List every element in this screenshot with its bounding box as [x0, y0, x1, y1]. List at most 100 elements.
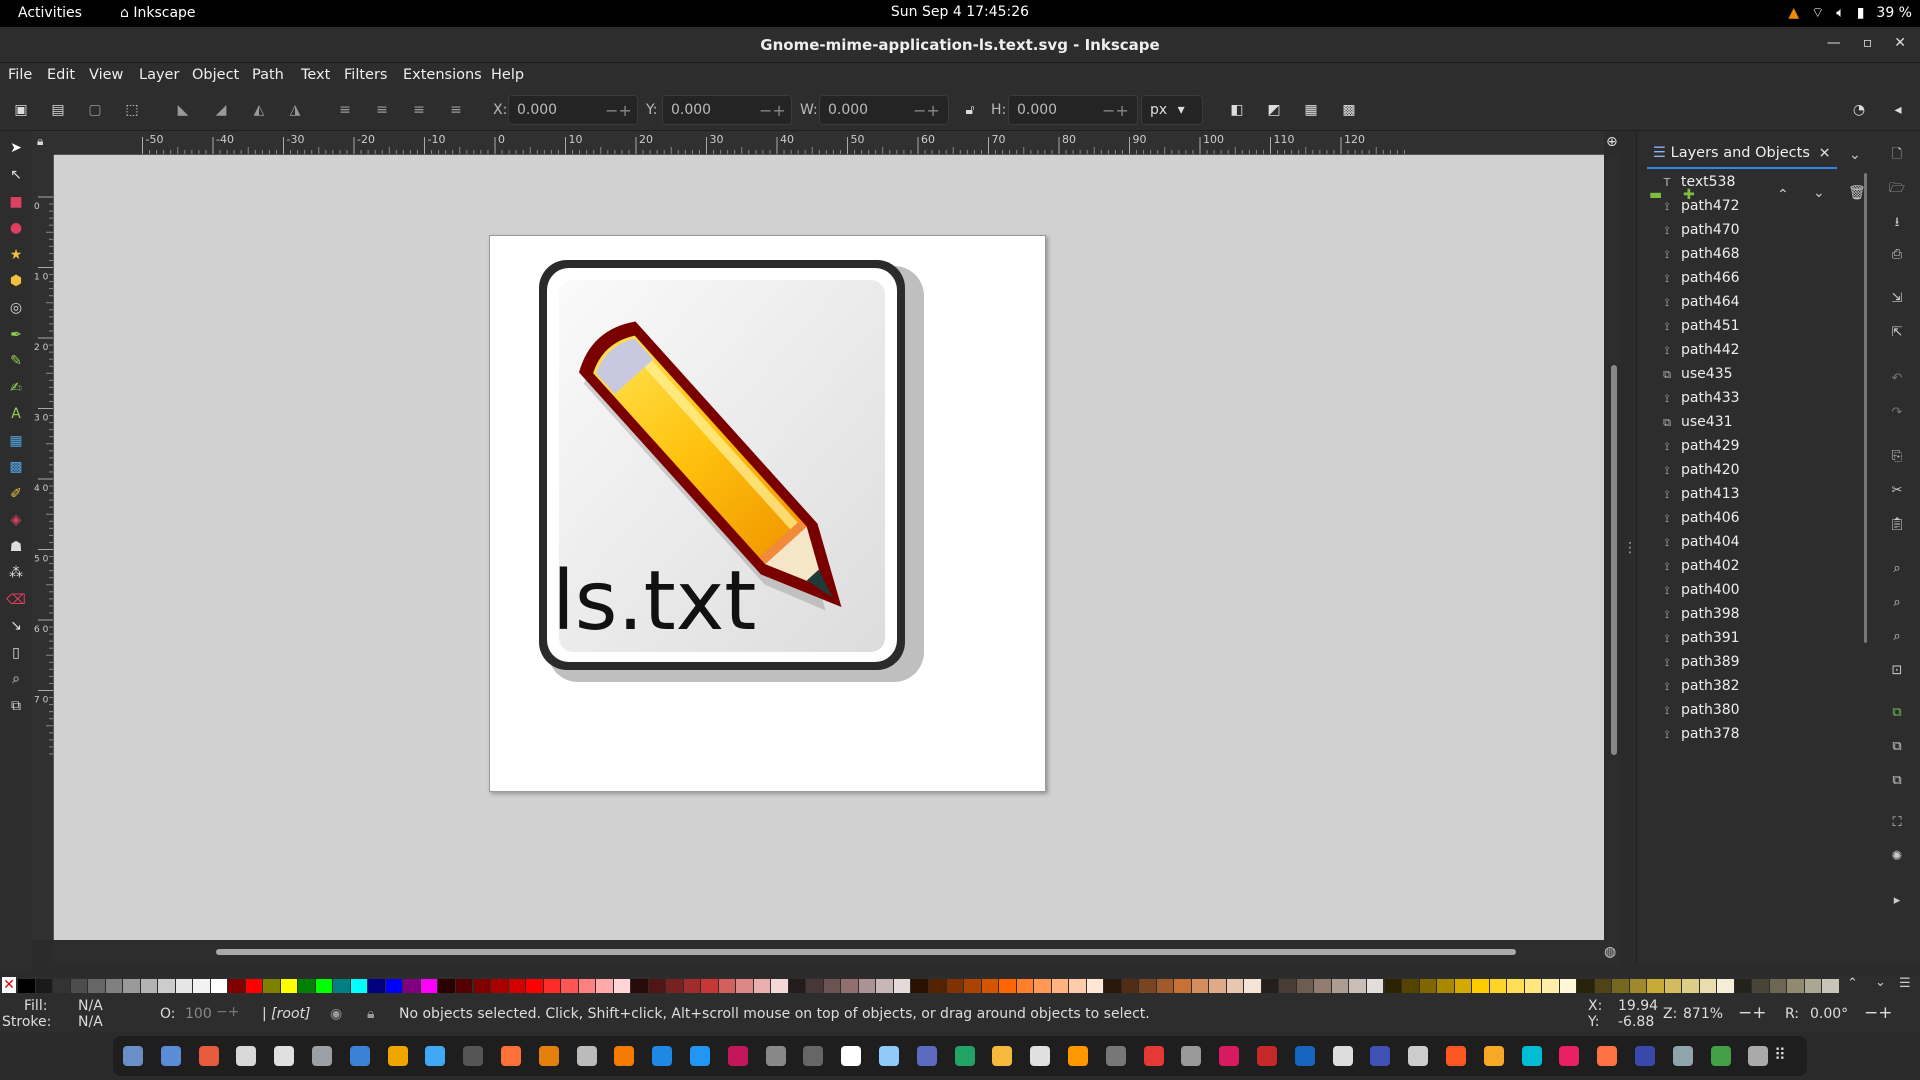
color-swatch[interactable] [1104, 979, 1121, 993]
color-swatch[interactable] [1752, 979, 1769, 993]
color-swatch[interactable] [1559, 979, 1577, 993]
color-swatch[interactable] [1699, 979, 1717, 993]
taskbar-app-icon[interactable] [1559, 1046, 1580, 1066]
w-stepper[interactable]: −+ [913, 101, 940, 120]
layer-item[interactable]: path470 [1681, 222, 1740, 244]
color-swatch[interactable] [1366, 979, 1384, 993]
copy-icon[interactable]: ⎘ [1888, 449, 1906, 467]
show-apps-icon[interactable]: ⠿ [1774, 1045, 1786, 1064]
color-swatch[interactable] [578, 979, 596, 993]
color-swatch[interactable] [1261, 979, 1279, 993]
color-swatch[interactable] [1139, 979, 1156, 993]
save-icon[interactable]: ⭳ [1888, 213, 1906, 231]
rectangle-tool-icon[interactable]: ■ [5, 191, 27, 213]
color-swatch[interactable] [333, 979, 350, 993]
taskbar-app-icon[interactable] [538, 1046, 559, 1066]
color-swatch[interactable] [1682, 979, 1699, 993]
connector-tool-icon[interactable]: ↘ [5, 615, 27, 637]
undo-icon[interactable]: ↶ [1888, 371, 1906, 389]
color-swatch[interactable] [631, 979, 648, 993]
maximize-icon[interactable]: ▫ [1863, 35, 1873, 51]
lower-icon[interactable]: ≡ [408, 99, 430, 121]
color-swatch[interactable] [736, 979, 753, 993]
horizontal-scrollbar[interactable]: ◍ [54, 940, 1619, 965]
redo-icon[interactable]: ↷ [1888, 405, 1906, 423]
color-swatch[interactable] [1822, 979, 1839, 993]
color-swatch[interactable] [508, 979, 526, 993]
color-swatch[interactable] [1191, 979, 1209, 993]
vlc-tray-icon[interactable]: ▲ [1788, 5, 1799, 21]
select-all-icon[interactable]: ▣ [10, 99, 32, 121]
x-stepper[interactable]: −+ [605, 101, 632, 120]
color-swatch[interactable] [1279, 979, 1296, 993]
color-swatch[interactable] [1647, 979, 1664, 993]
3d-box-tool-icon[interactable]: ⬢ [5, 270, 27, 292]
color-swatch[interactable] [1804, 979, 1822, 993]
color-swatch[interactable] [1787, 979, 1804, 993]
color-swatch[interactable] [613, 979, 631, 993]
color-swatch[interactable] [806, 979, 823, 993]
color-swatch[interactable] [666, 979, 683, 993]
color-swatch[interactable] [1314, 979, 1331, 993]
color-swatch[interactable] [1612, 979, 1629, 993]
taskbar-app-icon[interactable] [274, 1046, 295, 1066]
color-swatch[interactable] [1594, 979, 1612, 993]
layer-item[interactable]: use431 [1681, 414, 1733, 436]
menu-help[interactable]: Help [491, 67, 524, 83]
print-icon[interactable]: ⎙ [1888, 247, 1906, 265]
color-swatch[interactable] [893, 979, 911, 993]
layer-item[interactable]: path451 [1681, 318, 1740, 340]
lock-guides-icon[interactable]: 🔒︎ [37, 134, 43, 149]
color-swatch[interactable] [1629, 979, 1647, 993]
raise-to-top-icon[interactable]: ≡ [334, 99, 356, 121]
text-tool-icon[interactable]: A [5, 403, 27, 425]
taskbar-app-icon[interactable] [576, 1046, 597, 1066]
color-swatch[interactable] [1016, 979, 1034, 993]
color-swatch[interactable] [1769, 979, 1787, 993]
node-tool-icon[interactable]: ↖ [5, 164, 27, 186]
color-swatch[interactable] [403, 979, 420, 993]
color-swatch[interactable] [1121, 979, 1139, 993]
new-document-icon[interactable]: 🗋︎ [1888, 145, 1906, 163]
ellipse-tool-icon[interactable]: ● [5, 217, 27, 239]
color-swatch[interactable] [280, 979, 298, 993]
taskbar-app-icon[interactable] [1672, 1046, 1693, 1066]
system-tray[interactable]: ▲ ⌔ 🔈︎ ▮ 39 % [1788, 4, 1912, 22]
ungroup-icon[interactable]: ✺ [1888, 849, 1906, 867]
clock[interactable]: Sun Sep 4 17:45:26 [0, 4, 1920, 20]
snap-icon[interactable]: ◔ [1848, 99, 1870, 121]
measure-tool-icon[interactable]: ⧉ [5, 695, 27, 717]
color-swatch[interactable] [683, 979, 701, 993]
color-swatch[interactable] [245, 979, 263, 993]
taskbar-app-icon[interactable] [1446, 1046, 1466, 1066]
color-swatch[interactable] [1384, 979, 1402, 993]
color-swatch[interactable] [70, 979, 88, 993]
color-swatch[interactable] [1086, 979, 1104, 993]
color-swatch[interactable] [263, 979, 280, 993]
taskbar-app-icon[interactable] [1408, 1046, 1429, 1066]
layer-item[interactable]: path378 [1681, 726, 1740, 748]
lower-to-bottom-icon[interactable]: ≡ [445, 99, 467, 121]
color-swatch[interactable] [771, 979, 788, 993]
star-tool-icon[interactable]: ★ [5, 244, 27, 266]
color-swatch[interactable] [473, 979, 491, 993]
menu-view[interactable]: View [89, 67, 123, 83]
color-swatch[interactable] [455, 979, 473, 993]
color-swatch[interactable] [175, 979, 193, 993]
zoom-stepper[interactable]: −+ [1738, 1003, 1767, 1023]
scale-corners-icon[interactable]: ◩ [1263, 99, 1285, 121]
color-swatch[interactable] [1034, 979, 1051, 993]
color-swatch[interactable] [18, 979, 35, 993]
layer-item[interactable]: path406 [1681, 510, 1740, 532]
layer-item[interactable]: path404 [1681, 534, 1740, 556]
color-swatch[interactable] [158, 979, 175, 993]
rotate-stepper[interactable]: −+ [1864, 1003, 1893, 1023]
color-swatch[interactable] [1402, 979, 1419, 993]
color-swatch[interactable] [105, 979, 123, 993]
color-swatch[interactable] [753, 979, 771, 993]
transform-patterns-icon[interactable]: ▩ [1338, 99, 1360, 121]
layer-item[interactable]: use435 [1681, 366, 1733, 388]
layer-item[interactable]: path380 [1681, 702, 1740, 724]
color-management-icon[interactable]: ◍ [1604, 944, 1616, 960]
unlink-clone-icon[interactable]: ⧉ [1888, 773, 1906, 791]
